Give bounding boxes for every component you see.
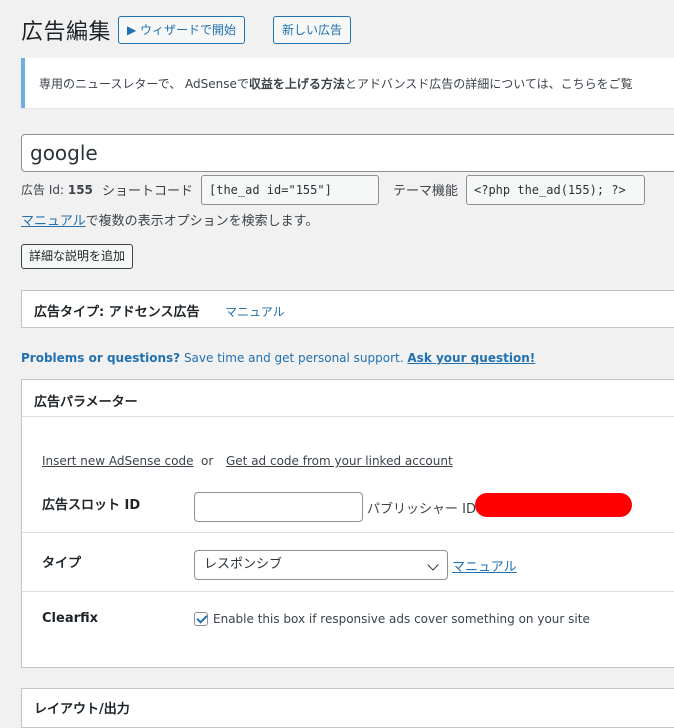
type-manual-link[interactable]: マニュアル (452, 556, 517, 575)
checkmark-icon (196, 612, 208, 624)
ad-slot-id-label: 広告スロット ID (42, 498, 141, 513)
theme-function-label: テーマ機能 (393, 184, 459, 199)
ad-type-panel: 広告タイプ: アドセンス広告 マニュアル (21, 290, 674, 328)
page-title: 広告編集 (21, 20, 112, 45)
ad-type-manual-link[interactable]: マニュアル (225, 303, 285, 320)
clearfix-description: Enable this box if responsive ads cover … (213, 612, 590, 626)
type-select-value: レスポンシブ (204, 557, 283, 572)
ad-slot-id-input[interactable] (194, 492, 363, 522)
add-description-button[interactable]: 詳細な説明を追加 (21, 244, 134, 269)
support-text: Save time and get personal support. (180, 351, 408, 365)
wizard-button[interactable]: ▶ ウィザードで開始 (118, 16, 246, 44)
manual-hint: マニュアルで複数の表示オプションを検索します。 (21, 210, 318, 229)
or-text: or (201, 454, 214, 468)
get-ad-code-link[interactable]: Get ad code from your linked account (226, 454, 453, 468)
publisher-id-label: パブリッシャー ID (367, 502, 476, 517)
ad-title-input[interactable]: google (21, 134, 674, 172)
row-divider (22, 532, 674, 533)
shortcode-field[interactable]: [the_ad id="155"] (201, 175, 379, 205)
support-question: Problems or questions? (21, 351, 181, 365)
ad-id: 広告 Id: 155 (21, 181, 93, 198)
notice-text: 専用のニュースレターで、 AdSenseで収益を上げる方法とアドバンスド広告の詳… (39, 75, 633, 92)
ad-id-label: 広告 Id: (21, 183, 65, 197)
notice-text-bold: 収益を上げる方法 (248, 77, 345, 91)
ad-parameters-title: 広告パラメーター (34, 395, 138, 410)
publisher-id-redaction (475, 493, 632, 517)
ad-type-title: 広告タイプ: アドセンス広告 (34, 305, 200, 320)
notice-text-before: 専用のニュースレターで、 AdSenseで (39, 77, 249, 91)
clearfix-label: Clearfix (42, 611, 99, 626)
newsletter-notice: 専用のニュースレターで、 AdSenseで収益を上げる方法とアドバンスド広告の詳… (21, 58, 674, 108)
ad-id-value: 155 (67, 183, 93, 197)
row-divider (22, 591, 674, 592)
manual-hint-text: で複数の表示オプションを検索します。 (85, 214, 319, 229)
layout-output-title: レイアウト/出力 (34, 702, 130, 717)
notice-text-after: とアドバンスド広告の詳細については、こちらをご覧 (344, 77, 633, 91)
panel-divider (22, 416, 674, 417)
ad-parameters-panel: 広告パラメーター Insert new AdSense code or Get … (21, 379, 674, 668)
layout-output-panel: レイアウト/出力 (21, 688, 674, 728)
type-label: タイプ (42, 556, 82, 571)
type-select[interactable]: レスポンシブ (194, 550, 448, 580)
manual-link[interactable]: マニュアル (21, 214, 86, 229)
clearfix-checkbox[interactable] (194, 612, 208, 626)
support-line: Problems or questions? Save time and get… (21, 351, 535, 365)
theme-function-field[interactable]: <?php the_ad(155); ?> (466, 175, 645, 205)
shortcode-label: ショートコード (102, 184, 194, 199)
chevron-down-icon (427, 559, 439, 571)
ask-question-link[interactable]: Ask your question! (407, 351, 535, 365)
insert-adsense-code-link[interactable]: Insert new AdSense code (42, 454, 193, 468)
new-ad-button[interactable]: 新しい広告 (273, 16, 352, 44)
